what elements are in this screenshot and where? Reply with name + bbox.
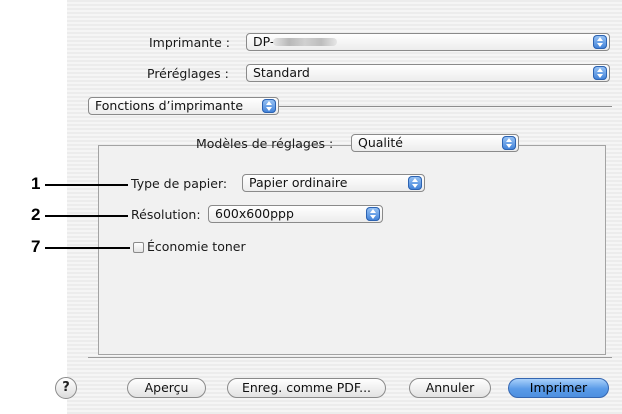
bottom-separator [88, 357, 612, 358]
callout-number-7: 7 [31, 237, 41, 256]
settings-model-value: Qualité [358, 135, 403, 150]
printer-label: Imprimante : [149, 35, 230, 50]
toner-save-label: Économie toner [147, 239, 246, 254]
up-down-arrows-icon [502, 136, 516, 150]
printer-value: DP- [253, 34, 275, 49]
panel-menu-popup[interactable]: Fonctions d’imprimante [88, 97, 279, 115]
settings-model-popup[interactable]: Qualité [351, 134, 519, 152]
up-down-arrows-icon [262, 99, 276, 113]
settings-model-label: Modèles de réglages : [196, 136, 334, 151]
callout-line-7 [45, 247, 130, 249]
help-icon[interactable]: ? [55, 377, 77, 399]
up-down-arrows-icon [593, 35, 607, 49]
callout-number-2: 2 [31, 205, 41, 224]
up-down-arrows-icon [593, 66, 607, 80]
paper-type-popup[interactable]: Papier ordinaire [242, 174, 425, 192]
paper-type-value: Papier ordinaire [249, 175, 348, 190]
resolution-value: 600x600ppp [215, 206, 294, 221]
paper-type-label: Type de papier: [131, 176, 228, 191]
resolution-label: Résolution: [131, 207, 201, 222]
presets-label: Préréglages : [147, 66, 229, 81]
callout-number-1: 1 [31, 174, 41, 193]
panel-menu-value: Fonctions d’imprimante [95, 98, 244, 113]
resolution-popup[interactable]: 600x600ppp [208, 205, 383, 223]
presets-popup[interactable]: Standard [246, 64, 610, 82]
up-down-arrows-icon [408, 176, 422, 190]
toner-save-checkbox[interactable] [133, 242, 144, 253]
callout-line-2 [45, 215, 128, 217]
presets-value: Standard [253, 65, 310, 80]
callout-line-1 [45, 184, 128, 186]
separator [275, 106, 612, 107]
cancel-button[interactable]: Annuler [409, 378, 491, 398]
up-down-arrows-icon [366, 207, 380, 221]
printer-popup[interactable]: DP- [246, 33, 610, 51]
print-dialog: Imprimante : DP- Préréglages : Standard … [67, 0, 622, 414]
printer-name-redacted [273, 38, 337, 46]
save-as-pdf-button[interactable]: Enreg. comme PDF... [227, 378, 386, 398]
print-button[interactable]: Imprimer [508, 378, 609, 398]
preview-button[interactable]: Aperçu [127, 378, 206, 398]
